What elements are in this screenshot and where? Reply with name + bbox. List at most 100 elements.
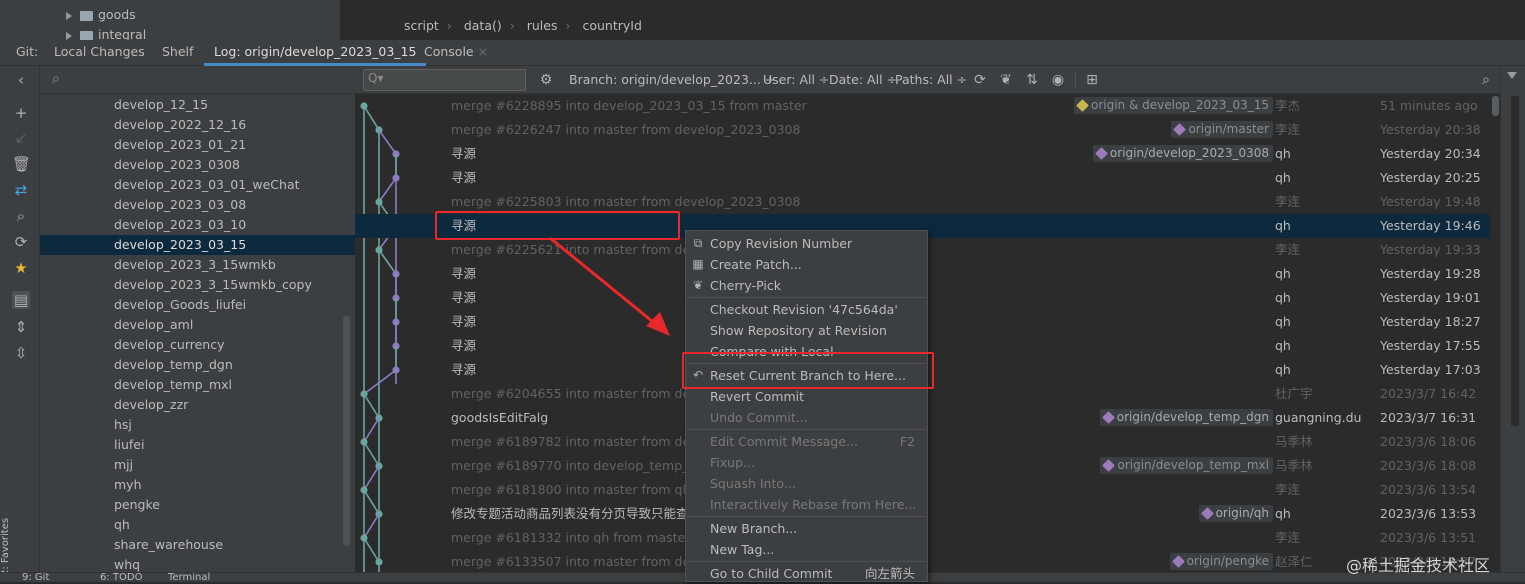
commit-author: 马季林 bbox=[1275, 458, 1313, 473]
user-filter[interactable]: User: All ÷ bbox=[763, 66, 829, 94]
menu-item-label: Checkout Revision '47c564da' bbox=[710, 302, 898, 317]
settings-gear-icon[interactable]: ⚙ bbox=[537, 71, 555, 89]
commit-author: 李连 bbox=[1275, 530, 1301, 545]
breadcrumb-item[interactable]: data() bbox=[464, 18, 502, 33]
favorites-side-tab[interactable]: 2: Favorites bbox=[0, 476, 12, 576]
commit-row[interactable]: 寻源 origin/develop_2023_0308 qh Yesterday 20… bbox=[355, 142, 1490, 166]
branch-item[interactable]: pengke bbox=[40, 495, 355, 515]
star-icon[interactable]: ★ bbox=[12, 259, 30, 277]
branch-item[interactable]: liufei bbox=[40, 435, 355, 455]
branch-item[interactable]: develop_2023_3_15wmkb_copy bbox=[40, 275, 355, 295]
panel-layout-icon[interactable]: ▤ bbox=[12, 291, 30, 309]
commit-context-menu: ⧉ Copy Revision Number ▦ Create Patch... ❦ Ch… bbox=[685, 230, 928, 582]
log-scrollbar[interactable] bbox=[1490, 94, 1500, 582]
branch-ref-label: origin/develop_2023_0308 bbox=[1092, 145, 1273, 162]
compare-icon[interactable]: ⇄ bbox=[12, 181, 30, 199]
branch-item[interactable]: develop_Goods_liufei bbox=[40, 295, 355, 315]
tab-console[interactable]: Console × bbox=[424, 40, 488, 66]
back-arrow-icon[interactable]: ‹ bbox=[12, 71, 30, 89]
menu-item-interactively-rebase-from-here: Interactively Rebase from Here... bbox=[686, 494, 927, 515]
expand-arrow-icon[interactable] bbox=[66, 31, 72, 40]
tab-shelf[interactable]: Shelf bbox=[162, 40, 193, 66]
sort-icon[interactable]: ⇅ bbox=[1023, 71, 1041, 89]
commit-author: qh bbox=[1275, 146, 1291, 161]
date-filter[interactable]: Date: All ÷ bbox=[829, 66, 897, 94]
expand-all-icon[interactable]: ⇕ bbox=[12, 318, 30, 336]
commit-message: goodsIsEditFalg bbox=[451, 410, 549, 425]
branch-item[interactable]: hsj bbox=[40, 415, 355, 435]
branch-item[interactable]: develop_2023_03_10 bbox=[40, 215, 355, 235]
branch-item[interactable]: develop_temp_mxl bbox=[40, 375, 355, 395]
menu-item-checkout-revision-47c564da[interactable]: Checkout Revision '47c564da' bbox=[686, 299, 927, 320]
refresh-icon[interactable]: ⟳ bbox=[12, 233, 30, 251]
project-tree: goods integral bbox=[0, 0, 340, 42]
branch-item[interactable]: mjj bbox=[40, 455, 355, 475]
branch-item[interactable]: develop_2023_03_08 bbox=[40, 195, 355, 215]
expand-arrow-icon[interactable] bbox=[66, 11, 72, 20]
tree-item-label: goods bbox=[98, 7, 136, 22]
branch-item[interactable]: develop_12_15 bbox=[40, 95, 355, 115]
branch-item[interactable]: develop_2023_03_01_weChat bbox=[40, 175, 355, 195]
menu-item-go-to-child-commit[interactable]: Go to Child Commit 向左箭头 bbox=[686, 563, 927, 584]
menu-item-label: Show Repository at Revision bbox=[710, 323, 887, 338]
annotation-arrow bbox=[549, 236, 670, 336]
branch-item[interactable]: qh bbox=[40, 515, 355, 535]
commit-author: 李连 bbox=[1275, 194, 1301, 209]
log-search-input[interactable]: Q▾ bbox=[363, 69, 526, 91]
branch-item[interactable]: share_warehouse bbox=[40, 535, 355, 555]
commit-date: Yesterday 20:38 bbox=[1380, 122, 1481, 137]
commit-row[interactable]: 寻源 qh Yesterday 20:25 bbox=[355, 166, 1490, 190]
tab-log[interactable]: Log: origin/develop_2023_03_15 bbox=[204, 40, 427, 66]
cherry-pick-icon[interactable]: ❦ bbox=[997, 71, 1015, 89]
commit-message: 寻源 bbox=[451, 266, 477, 281]
branch-item[interactable]: develop_2023_01_21 bbox=[40, 135, 355, 155]
branch-item[interactable]: develop_currency bbox=[40, 335, 355, 355]
commit-row[interactable]: merge #6226247 into master from develop_… bbox=[355, 118, 1490, 142]
commit-author: 李连 bbox=[1275, 242, 1301, 257]
refresh-icon[interactable]: ⟳ bbox=[971, 71, 989, 89]
breadcrumb-item[interactable]: rules bbox=[527, 18, 558, 33]
branch-item[interactable]: develop_zzr bbox=[40, 395, 355, 415]
breadcrumb-item[interactable]: countryId bbox=[582, 18, 641, 33]
tab-local-changes[interactable]: Local Changes bbox=[54, 40, 145, 66]
branch-item[interactable]: develop_2023_3_15wmkb bbox=[40, 255, 355, 275]
search-icon[interactable]: ⌕ bbox=[1477, 71, 1495, 89]
menu-item-show-repository-at-revision[interactable]: Show Repository at Revision bbox=[686, 320, 927, 341]
branch-filter[interactable]: Branch: origin/develop_2023... ÷ bbox=[569, 66, 775, 94]
tree-item-goods[interactable]: goods bbox=[66, 5, 136, 25]
commit-date: Yesterday 19:46 bbox=[1380, 218, 1481, 233]
menu-item-new-tag[interactable]: New Tag... bbox=[686, 539, 927, 560]
menu-item-label: Undo Commit... bbox=[710, 410, 808, 425]
branch-search[interactable]: ⌕ bbox=[40, 66, 355, 94]
close-icon[interactable]: × bbox=[478, 44, 488, 59]
branch-item[interactable]: develop_2022_12_16 bbox=[40, 115, 355, 135]
trash-icon[interactable]: 🗑 bbox=[12, 155, 31, 173]
commit-row[interactable]: merge #6228895 into develop_2023_03_15 f… bbox=[355, 94, 1490, 118]
branch-item[interactable]: develop_2023_0308 bbox=[40, 155, 355, 175]
branch-item[interactable]: develop_temp_dgn bbox=[40, 355, 355, 375]
collapse-arrow-icon[interactable] bbox=[1507, 72, 1517, 79]
editor-code-strip bbox=[340, 0, 1525, 14]
menu-item-copy-revision-number[interactable]: ⧉ Copy Revision Number bbox=[686, 233, 927, 254]
log-scrollbar-thumb[interactable] bbox=[1492, 96, 1499, 116]
menu-item-create-patch[interactable]: ▦ Create Patch... bbox=[686, 254, 927, 275]
menu-item-cherry-pick[interactable]: ❦ Cherry-Pick bbox=[686, 275, 927, 296]
menu-separator bbox=[687, 516, 926, 517]
menu-item-label: Copy Revision Number bbox=[710, 236, 853, 251]
collapse-all-icon[interactable]: ⇳ bbox=[12, 344, 30, 362]
breadcrumb-item[interactable]: script bbox=[404, 18, 439, 33]
eye-icon[interactable]: ◉ bbox=[1049, 71, 1067, 89]
paths-filter[interactable]: Paths: All ÷ bbox=[895, 66, 967, 94]
menu-item-new-branch[interactable]: New Branch... bbox=[686, 518, 927, 539]
new-tab-icon[interactable]: ⊞ bbox=[1083, 71, 1101, 89]
commit-author: qh bbox=[1275, 290, 1291, 305]
search-icon[interactable]: ⌕ bbox=[12, 207, 30, 225]
commit-author: qh bbox=[1275, 338, 1291, 353]
branch-item[interactable]: develop_aml bbox=[40, 315, 355, 335]
branch-item[interactable]: myh bbox=[40, 475, 355, 495]
branch-list-scrollbar[interactable] bbox=[343, 316, 350, 546]
add-icon[interactable]: + bbox=[12, 104, 30, 122]
branch-ref-label: origin/develop_temp_dgn bbox=[1099, 409, 1273, 426]
menu-item-revert-commit[interactable]: Revert Commit bbox=[686, 386, 927, 407]
branch-item[interactable]: develop_2023_03_15 bbox=[40, 235, 355, 255]
